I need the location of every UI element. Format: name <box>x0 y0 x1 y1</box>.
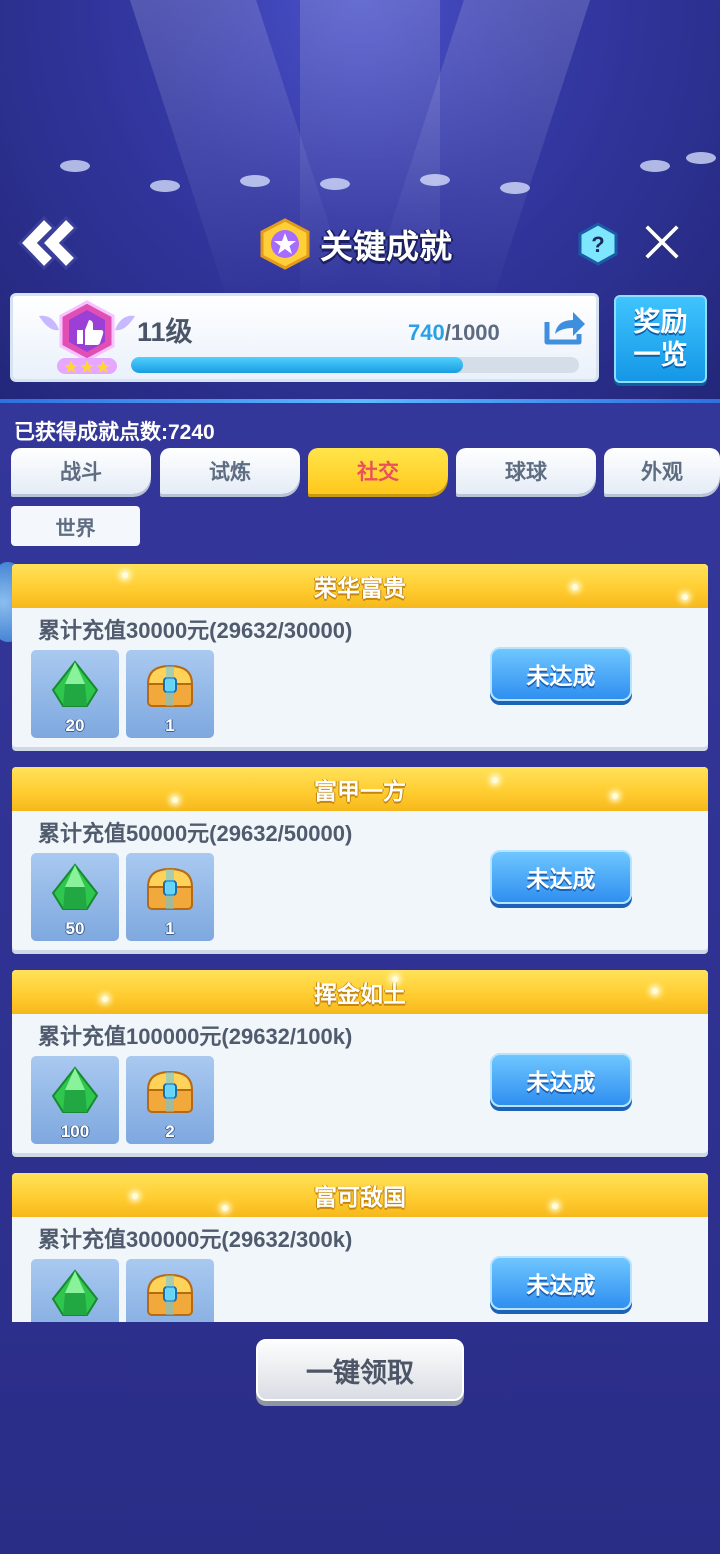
level-progress-bar <box>131 357 579 373</box>
tab-4[interactable]: 外观 <box>604 448 720 494</box>
back-button[interactable] <box>14 212 80 274</box>
sparkle <box>682 594 688 600</box>
level-badge <box>35 296 139 382</box>
svg-text:?: ? <box>591 232 604 257</box>
header-divider <box>0 399 720 403</box>
achievement-card: 挥金如土累计充值100000元(29632/100k) 100 2 未达成 <box>12 970 708 1153</box>
achievement-description: 累计充值300000元(29632/300k) <box>38 1227 353 1252</box>
sparkle <box>552 1203 558 1209</box>
page-header: 关键成就 <box>256 216 452 272</box>
share-icon <box>544 312 585 345</box>
reward-slot[interactable] <box>126 1259 214 1322</box>
treasure-chest-icon <box>146 664 194 707</box>
sparkle <box>122 572 128 578</box>
close-button[interactable] <box>640 220 684 264</box>
page-title: 关键成就 <box>320 228 452 265</box>
reward-list-label: 奖励一览 <box>633 307 688 370</box>
achievement-card: 富甲一方累计充值50000元(29632/50000) 50 1 未达成 <box>12 767 708 950</box>
achievement-title: 富可敌国 <box>314 1184 406 1210</box>
sparkle <box>222 1205 228 1211</box>
treasure-chest-icon <box>146 1273 194 1316</box>
reward-slot[interactable]: 1 <box>126 853 214 941</box>
level-current-points: 740 <box>408 320 445 345</box>
help-icon: ? <box>578 222 618 266</box>
achievement-status-button[interactable]: 未达成 <box>490 647 632 701</box>
reward-slot[interactable]: 50 <box>31 853 119 941</box>
green-gem-icon <box>51 1066 99 1113</box>
claim-all-button[interactable]: 一键领取 <box>256 1339 464 1401</box>
green-gem-icon <box>51 863 99 910</box>
close-icon <box>642 222 682 262</box>
level-panel: 11级 740/1000 <box>10 293 599 382</box>
treasure-chest-icon <box>146 1070 194 1113</box>
achievement-list[interactable]: 荣华富贵 累计充值30000元(29632/30000) 20 1 未达成 富甲一方 累计充… <box>12 564 708 1322</box>
achievement-status-button[interactable]: 未达成 <box>490 1053 632 1107</box>
achievement-title: 富甲一方 <box>314 778 406 804</box>
treasure-chest-icon <box>146 867 194 910</box>
green-gem-icon <box>51 1269 99 1316</box>
double-chevron-left-icon <box>17 215 79 271</box>
achievement-title-bar: 挥金如土 <box>12 970 708 1014</box>
reward-count: 2 <box>165 1122 175 1141</box>
sparkle <box>572 584 578 590</box>
sparkle <box>132 1193 138 1199</box>
share-button[interactable] <box>543 308 589 346</box>
tab-3[interactable]: 球球 <box>456 448 596 494</box>
tab-0[interactable]: 战斗 <box>11 448 151 494</box>
achievement-title: 荣华富贵 <box>314 575 406 601</box>
achievement-title-bar: 荣华富贵 <box>12 564 708 608</box>
level-label: 11级 <box>137 317 193 347</box>
reward-list-button[interactable]: 奖励一览 <box>614 295 707 383</box>
sparkle <box>392 976 398 982</box>
sparkle <box>652 988 658 994</box>
achievement-card: 荣华富贵累计充值30000元(29632/30000) 20 1 未达成 <box>12 564 708 747</box>
achievement-status-button[interactable]: 未达成 <box>490 850 632 904</box>
reward-slot[interactable]: 20 <box>31 650 119 738</box>
reward-slot[interactable]: 2 <box>126 1056 214 1144</box>
sparkle <box>492 777 498 783</box>
achievement-status-button[interactable]: 未达成 <box>490 1256 632 1310</box>
achievement-card: 富可敌国累计充值300000元(29632/300k) 未达成 <box>12 1173 708 1322</box>
help-button[interactable]: ? <box>576 222 620 266</box>
thumbs-up-badge-icon <box>39 300 135 374</box>
tab-1[interactable]: 试炼 <box>160 448 300 494</box>
achievement-title-bar: 富甲一方 <box>12 767 708 811</box>
level-progress-text: 740/1000 <box>408 320 500 346</box>
level-max-points: /1000 <box>444 320 500 345</box>
sparkle <box>102 996 108 1002</box>
achievement-points-label: 已获得成就点数:7240 <box>14 421 215 444</box>
tab-2[interactable]: 社交 <box>308 448 448 494</box>
sparkle <box>612 793 618 799</box>
green-gem-icon <box>51 660 99 707</box>
reward-count: 100 <box>60 1122 90 1141</box>
achievement-description: 累计充值50000元(29632/50000) <box>38 821 353 846</box>
reward-slot[interactable] <box>31 1259 119 1322</box>
reward-count: 50 <box>65 919 85 938</box>
reward-slot[interactable]: 1 <box>126 650 214 738</box>
sparkle <box>172 797 178 803</box>
reward-slot[interactable]: 100 <box>31 1056 119 1144</box>
reward-count: 20 <box>65 716 85 735</box>
achievement-title-bar: 富可敌国 <box>12 1173 708 1217</box>
reward-count: 1 <box>165 919 175 938</box>
sub-tab-world[interactable]: 世界 <box>11 506 140 546</box>
reward-count: 1 <box>165 716 175 735</box>
level-progress-fill <box>131 357 463 373</box>
achievement-description: 累计充值100000元(29632/100k) <box>38 1024 353 1049</box>
star-medal-icon <box>260 218 310 270</box>
achievement-description: 累计充值30000元(29632/30000) <box>38 618 353 643</box>
